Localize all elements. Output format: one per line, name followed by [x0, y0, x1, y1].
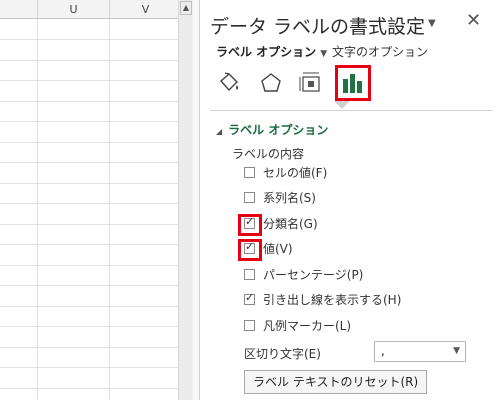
grid-line — [0, 60, 178, 61]
pane-title: データ ラベルの書式設定 — [210, 16, 426, 38]
option-label: 系列名(S) — [263, 191, 316, 205]
category-icon-bar — [200, 64, 500, 104]
checkbox[interactable] — [244, 192, 255, 203]
format-data-labels-pane: データ ラベルの書式設定 ▼ ✕ ラベル オプション ▼ 文字のオプション ◢ … — [200, 0, 500, 400]
reset-label-text-button[interactable]: ラベル テキストのリセット(R) — [244, 370, 428, 394]
grid-line — [0, 285, 178, 286]
grid-line — [0, 203, 178, 204]
tab-label: ラベル オプション — [216, 45, 317, 59]
grid-line — [0, 121, 178, 122]
grid-line — [0, 367, 178, 368]
option-row[interactable]: セルの値(F) — [244, 164, 327, 181]
label-options-bar-chart-icon[interactable] — [335, 65, 371, 101]
grid-line — [0, 306, 178, 307]
column-header-v[interactable]: V — [110, 0, 178, 19]
option-label: セルの値(F) — [263, 166, 328, 180]
pane-splitter[interactable] — [193, 0, 200, 400]
grid-line — [37, 19, 38, 400]
size-properties-icon[interactable] — [298, 70, 324, 96]
grid-line — [0, 101, 178, 102]
collapse-triangle-icon: ◢ — [216, 127, 223, 136]
option-label: 凡例マーカー(L) — [263, 319, 352, 333]
option-label: 引き出し線を表示する(H) — [263, 293, 402, 307]
separator-value: , — [381, 344, 385, 358]
grid-line — [0, 183, 178, 184]
grid-line — [0, 265, 178, 266]
close-icon[interactable]: ✕ — [466, 10, 481, 31]
column-label: U — [69, 3, 78, 16]
effects-icon[interactable] — [258, 70, 284, 96]
grid-line — [0, 244, 178, 245]
option-row[interactable]: 系列名(S) — [244, 189, 316, 206]
column-header-u[interactable]: U — [38, 0, 110, 19]
grid-line — [0, 162, 178, 163]
grid-line — [0, 347, 178, 348]
caret-down-icon[interactable]: ▼ — [428, 18, 436, 29]
option-label: パーセンテージ(P) — [263, 268, 364, 282]
vertical-scrollbar[interactable]: ▲ — [178, 0, 193, 400]
checkbox[interactable] — [244, 269, 255, 280]
checkbox[interactable] — [244, 320, 255, 331]
highlight-box — [238, 239, 262, 261]
section-label-options[interactable]: ◢ ラベル オプション — [216, 121, 328, 138]
option-label: 値(V) — [263, 242, 293, 256]
option-row[interactable]: 引き出し線を表示する(H) — [244, 291, 401, 308]
checkbox[interactable] — [244, 291, 255, 305]
grid-line — [0, 80, 178, 81]
grid-line — [0, 39, 178, 40]
separator-dropdown[interactable]: , ▼ — [374, 341, 466, 362]
section-title: ラベル オプション — [228, 123, 329, 137]
grid-line — [0, 388, 178, 389]
grid-line — [0, 326, 178, 327]
scroll-up-icon[interactable]: ▲ — [180, 1, 192, 15]
divider — [210, 110, 492, 111]
grid-line — [109, 19, 110, 400]
tab-text-options[interactable]: 文字のオプション — [332, 43, 428, 60]
spreadsheet-grid[interactable]: T U V — [0, 0, 178, 400]
tab-label-options[interactable]: ラベル オプション ▼ — [216, 43, 327, 60]
label-contents-heading: ラベルの内容 — [232, 147, 305, 161]
option-label: 分類名(G) — [263, 217, 318, 231]
checkbox[interactable] — [244, 167, 255, 178]
column-header-t[interactable]: T — [0, 0, 38, 19]
chevron-down-icon: ▼ — [453, 346, 460, 356]
option-row[interactable]: 凡例マーカー(L) — [244, 317, 351, 334]
grid-line — [0, 142, 178, 143]
separator-label: 区切り文字(E) — [244, 347, 321, 361]
selected-indicator — [334, 101, 350, 109]
fill-line-icon[interactable] — [216, 70, 242, 96]
column-label: V — [141, 3, 150, 16]
chevron-down-icon: ▼ — [320, 49, 328, 59]
grid-line — [0, 224, 178, 225]
highlight-box — [238, 214, 262, 236]
option-row[interactable]: パーセンテージ(P) — [244, 266, 363, 283]
